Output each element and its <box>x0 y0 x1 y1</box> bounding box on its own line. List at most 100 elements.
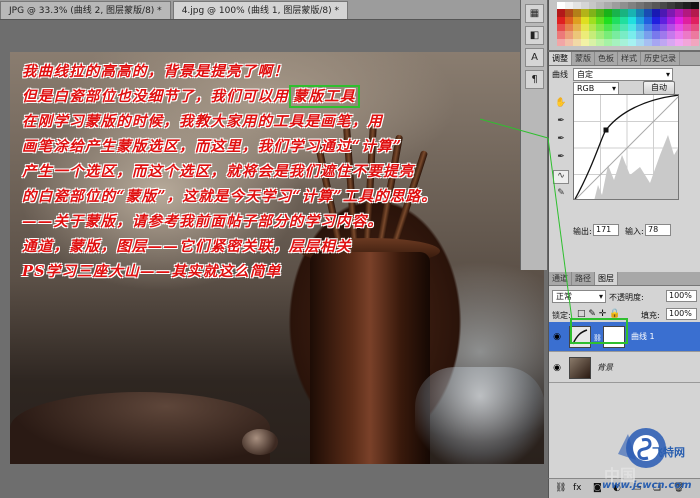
color-swatch[interactable] <box>564 2 573 10</box>
tab-channels[interactable]: 通道 <box>549 272 572 285</box>
color-swatch[interactable] <box>659 16 668 24</box>
color-swatch[interactable] <box>588 16 597 24</box>
color-swatch[interactable] <box>643 16 652 24</box>
color-swatch[interactable] <box>557 38 565 46</box>
color-swatch[interactable] <box>588 31 597 39</box>
color-swatch[interactable] <box>588 23 597 32</box>
color-swatch[interactable] <box>667 2 676 10</box>
pencil-icon[interactable]: ✎ <box>553 188 569 202</box>
color-swatch[interactable] <box>635 23 644 32</box>
color-swatch[interactable] <box>643 23 652 32</box>
color-swatch[interactable] <box>604 16 613 24</box>
color-swatch[interactable] <box>667 23 676 32</box>
color-swatch[interactable] <box>675 9 684 17</box>
color-swatch[interactable] <box>572 38 581 46</box>
color-swatch[interactable] <box>580 9 589 17</box>
color-swatch[interactable] <box>588 38 597 46</box>
color-swatch[interactable] <box>675 23 684 32</box>
input-field[interactable]: 78 <box>645 224 671 236</box>
opacity-field[interactable]: 100% <box>666 290 697 302</box>
color-swatch[interactable] <box>667 38 676 46</box>
paragraph-panel-icon[interactable]: ¶ <box>525 70 544 89</box>
color-swatch[interactable] <box>675 16 684 24</box>
color-swatch[interactable] <box>620 9 628 17</box>
color-swatch[interactable] <box>683 23 692 32</box>
fx-icon[interactable]: fx <box>573 483 582 493</box>
color-swatch[interactable] <box>596 16 605 24</box>
color-swatch[interactable] <box>683 16 692 24</box>
color-swatch[interactable] <box>683 9 692 17</box>
curve-graph[interactable] <box>573 94 679 200</box>
color-swatch[interactable] <box>691 2 699 10</box>
color-swatch[interactable] <box>604 31 613 39</box>
color-swatch[interactable] <box>691 38 699 46</box>
color-swatch[interactable] <box>557 9 565 17</box>
color-swatch[interactable] <box>620 16 628 24</box>
preset-select[interactable]: 自定 <box>573 68 673 81</box>
color-swatch[interactable] <box>691 9 699 17</box>
tab-history[interactable]: 历史记录 <box>641 52 680 65</box>
color-swatch[interactable] <box>635 2 644 10</box>
color-swatch[interactable] <box>557 16 565 24</box>
color-swatch[interactable] <box>683 31 692 39</box>
color-swatch[interactable] <box>596 23 605 32</box>
color-swatch[interactable] <box>620 38 628 46</box>
color-swatch[interactable] <box>588 9 597 17</box>
color-swatch[interactable] <box>572 23 581 32</box>
tab-paths[interactable]: 路径 <box>572 272 595 285</box>
character-panel-icon[interactable]: A <box>525 48 544 67</box>
mask-icon[interactable]: ◙ <box>593 483 602 493</box>
color-swatch[interactable] <box>580 38 589 46</box>
hand-icon[interactable]: ✋ <box>553 98 569 112</box>
eyedropper-gray-icon[interactable]: ✒ <box>553 134 569 148</box>
color-swatch[interactable] <box>627 2 636 10</box>
color-swatch[interactable] <box>643 38 652 46</box>
color-swatch[interactable] <box>691 23 699 32</box>
color-swatch[interactable] <box>659 9 668 17</box>
color-swatch[interactable] <box>651 16 660 24</box>
color-swatch[interactable] <box>612 9 621 17</box>
color-swatch[interactable] <box>635 9 644 17</box>
color-swatch[interactable] <box>659 38 668 46</box>
color-swatch[interactable] <box>596 31 605 39</box>
color-swatch[interactable] <box>683 38 692 46</box>
color-swatch[interactable] <box>564 23 573 32</box>
eye-icon[interactable]: ◉ <box>551 362 563 374</box>
color-swatch[interactable] <box>580 31 589 39</box>
color-swatch[interactable] <box>596 38 605 46</box>
color-swatch[interactable] <box>691 31 699 39</box>
color-swatch[interactable] <box>643 2 652 10</box>
color-swatch[interactable] <box>635 31 644 39</box>
color-swatch[interactable] <box>651 23 660 32</box>
history-panel-icon[interactable]: ◧ <box>525 26 544 45</box>
color-swatch[interactable] <box>667 31 676 39</box>
color-swatch[interactable] <box>572 31 581 39</box>
color-swatch[interactable] <box>659 31 668 39</box>
color-swatch[interactable] <box>557 23 565 32</box>
color-swatch[interactable] <box>643 31 652 39</box>
color-swatch[interactable] <box>604 23 613 32</box>
color-swatch[interactable] <box>564 31 573 39</box>
eye-icon[interactable]: ◉ <box>551 331 563 343</box>
color-swatch[interactable] <box>572 9 581 17</box>
color-swatch[interactable] <box>612 38 621 46</box>
color-swatch[interactable] <box>580 23 589 32</box>
color-swatch[interactable] <box>667 9 676 17</box>
color-swatch[interactable] <box>675 38 684 46</box>
eyedropper-white-icon[interactable]: ✒ <box>553 152 569 166</box>
color-swatch[interactable] <box>620 31 628 39</box>
tab-layers[interactable]: 图层 <box>595 272 618 285</box>
color-swatch[interactable] <box>604 2 613 10</box>
color-swatch[interactable] <box>564 16 573 24</box>
color-swatch[interactable] <box>604 9 613 17</box>
color-swatch[interactable] <box>651 2 660 10</box>
color-swatch[interactable] <box>596 9 605 17</box>
color-swatch[interactable] <box>612 16 621 24</box>
color-swatch[interactable] <box>612 31 621 39</box>
blend-mode-select[interactable]: 正常 <box>552 290 606 303</box>
doc-tab-1[interactable]: JPG @ 33.3% (曲线 2, 图层蒙版/8) * <box>0 1 171 19</box>
color-swatch[interactable] <box>564 38 573 46</box>
color-swatch[interactable] <box>675 31 684 39</box>
doc-tab-2[interactable]: 4.jpg @ 100% (曲线 1, 图层蒙版/8) * <box>172 1 348 19</box>
tab-style[interactable]: 样式 <box>618 52 641 65</box>
